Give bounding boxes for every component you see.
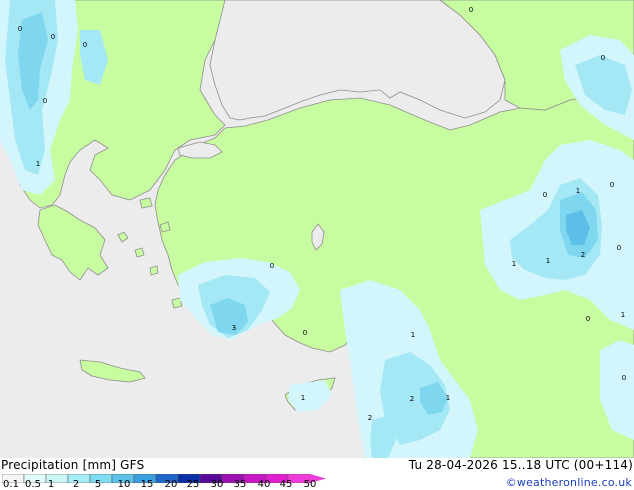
aegean-island (149, 265, 159, 276)
map-value-label: 0 (601, 54, 605, 62)
map-value-label: 0 (18, 25, 22, 33)
map-value-label: 2 (410, 395, 414, 403)
legend-title: Precipitation [mm] GFS (1, 458, 145, 472)
aegean-island (139, 197, 153, 209)
map-value-label: 1 (576, 187, 580, 195)
map-value-label: 1 (301, 394, 305, 402)
model-run-label: Tu 28-04-2026 15..18 UTC (00+114) (408, 458, 633, 472)
color-scale-tick-label: 2 (72, 479, 80, 490)
map-value-label: 0 (469, 6, 473, 14)
map-value-label: 0 (622, 374, 626, 382)
color-scale-tick-label: 0.5 (25, 479, 41, 490)
map-value-label: 0 (610, 181, 614, 189)
precipitation-map: 0 0 0 0 0 0 1 1 1 1 2 2 0 0 1 0 1 2 1 3 0 0 1 0 0 (0, 0, 634, 458)
map-value-label: 1 (512, 260, 516, 268)
map-value-label: 1 (446, 394, 450, 402)
color-scale-tick-label: 50 (303, 479, 317, 490)
map-value-label: 0 (51, 33, 55, 41)
map-value-label: 1 (546, 257, 550, 265)
map-value-label: 1 (621, 311, 625, 319)
map-canvas: 0 0 0 0 0 0 1 1 1 1 2 2 0 0 1 0 1 2 1 3 0 0 1 0 0 (0, 0, 634, 458)
color-scale-tick-label: 15 (140, 479, 154, 490)
copyright-link[interactable]: ©weatheronline.co.uk (506, 476, 632, 489)
color-scale-tick-label: 45 (279, 479, 293, 490)
map-value-label: 1 (411, 331, 415, 339)
color-scale-tick-label: 30 (210, 479, 224, 490)
color-scale-ticks: 0.1 0.5 1 2 5 10 15 20 25 30 35 40 45 50 (0, 480, 340, 490)
color-scale-tick-label: 25 (186, 479, 200, 490)
color-scale-tick-label: 35 (233, 479, 247, 490)
aegean-island (134, 247, 145, 258)
map-value-label: 0 (543, 191, 547, 199)
map-value-label: 3 (232, 324, 236, 332)
map-value-label: 0 (303, 329, 307, 337)
color-scale-tick-label: 5 (94, 479, 102, 490)
color-scale-tick-label: 20 (164, 479, 178, 490)
map-value-label: 0 (617, 244, 621, 252)
map-value-label: 2 (581, 251, 585, 259)
map-value-label: 0 (586, 315, 590, 323)
legend-bar: Precipitation [mm] GFS Tu 28-04-2026 15.… (0, 458, 634, 490)
color-scale-tick-label: 1 (47, 479, 55, 490)
map-value-label: 0 (270, 262, 274, 270)
map-value-label: 0 (83, 41, 87, 49)
map-value-label: 0 (43, 97, 47, 105)
map-value-label: 2 (368, 414, 372, 422)
color-scale-tick-label: 40 (257, 479, 271, 490)
color-scale-tick-label: 10 (117, 479, 131, 490)
color-scale-tick-label: 0.1 (3, 479, 19, 490)
map-value-label: 1 (36, 160, 40, 168)
